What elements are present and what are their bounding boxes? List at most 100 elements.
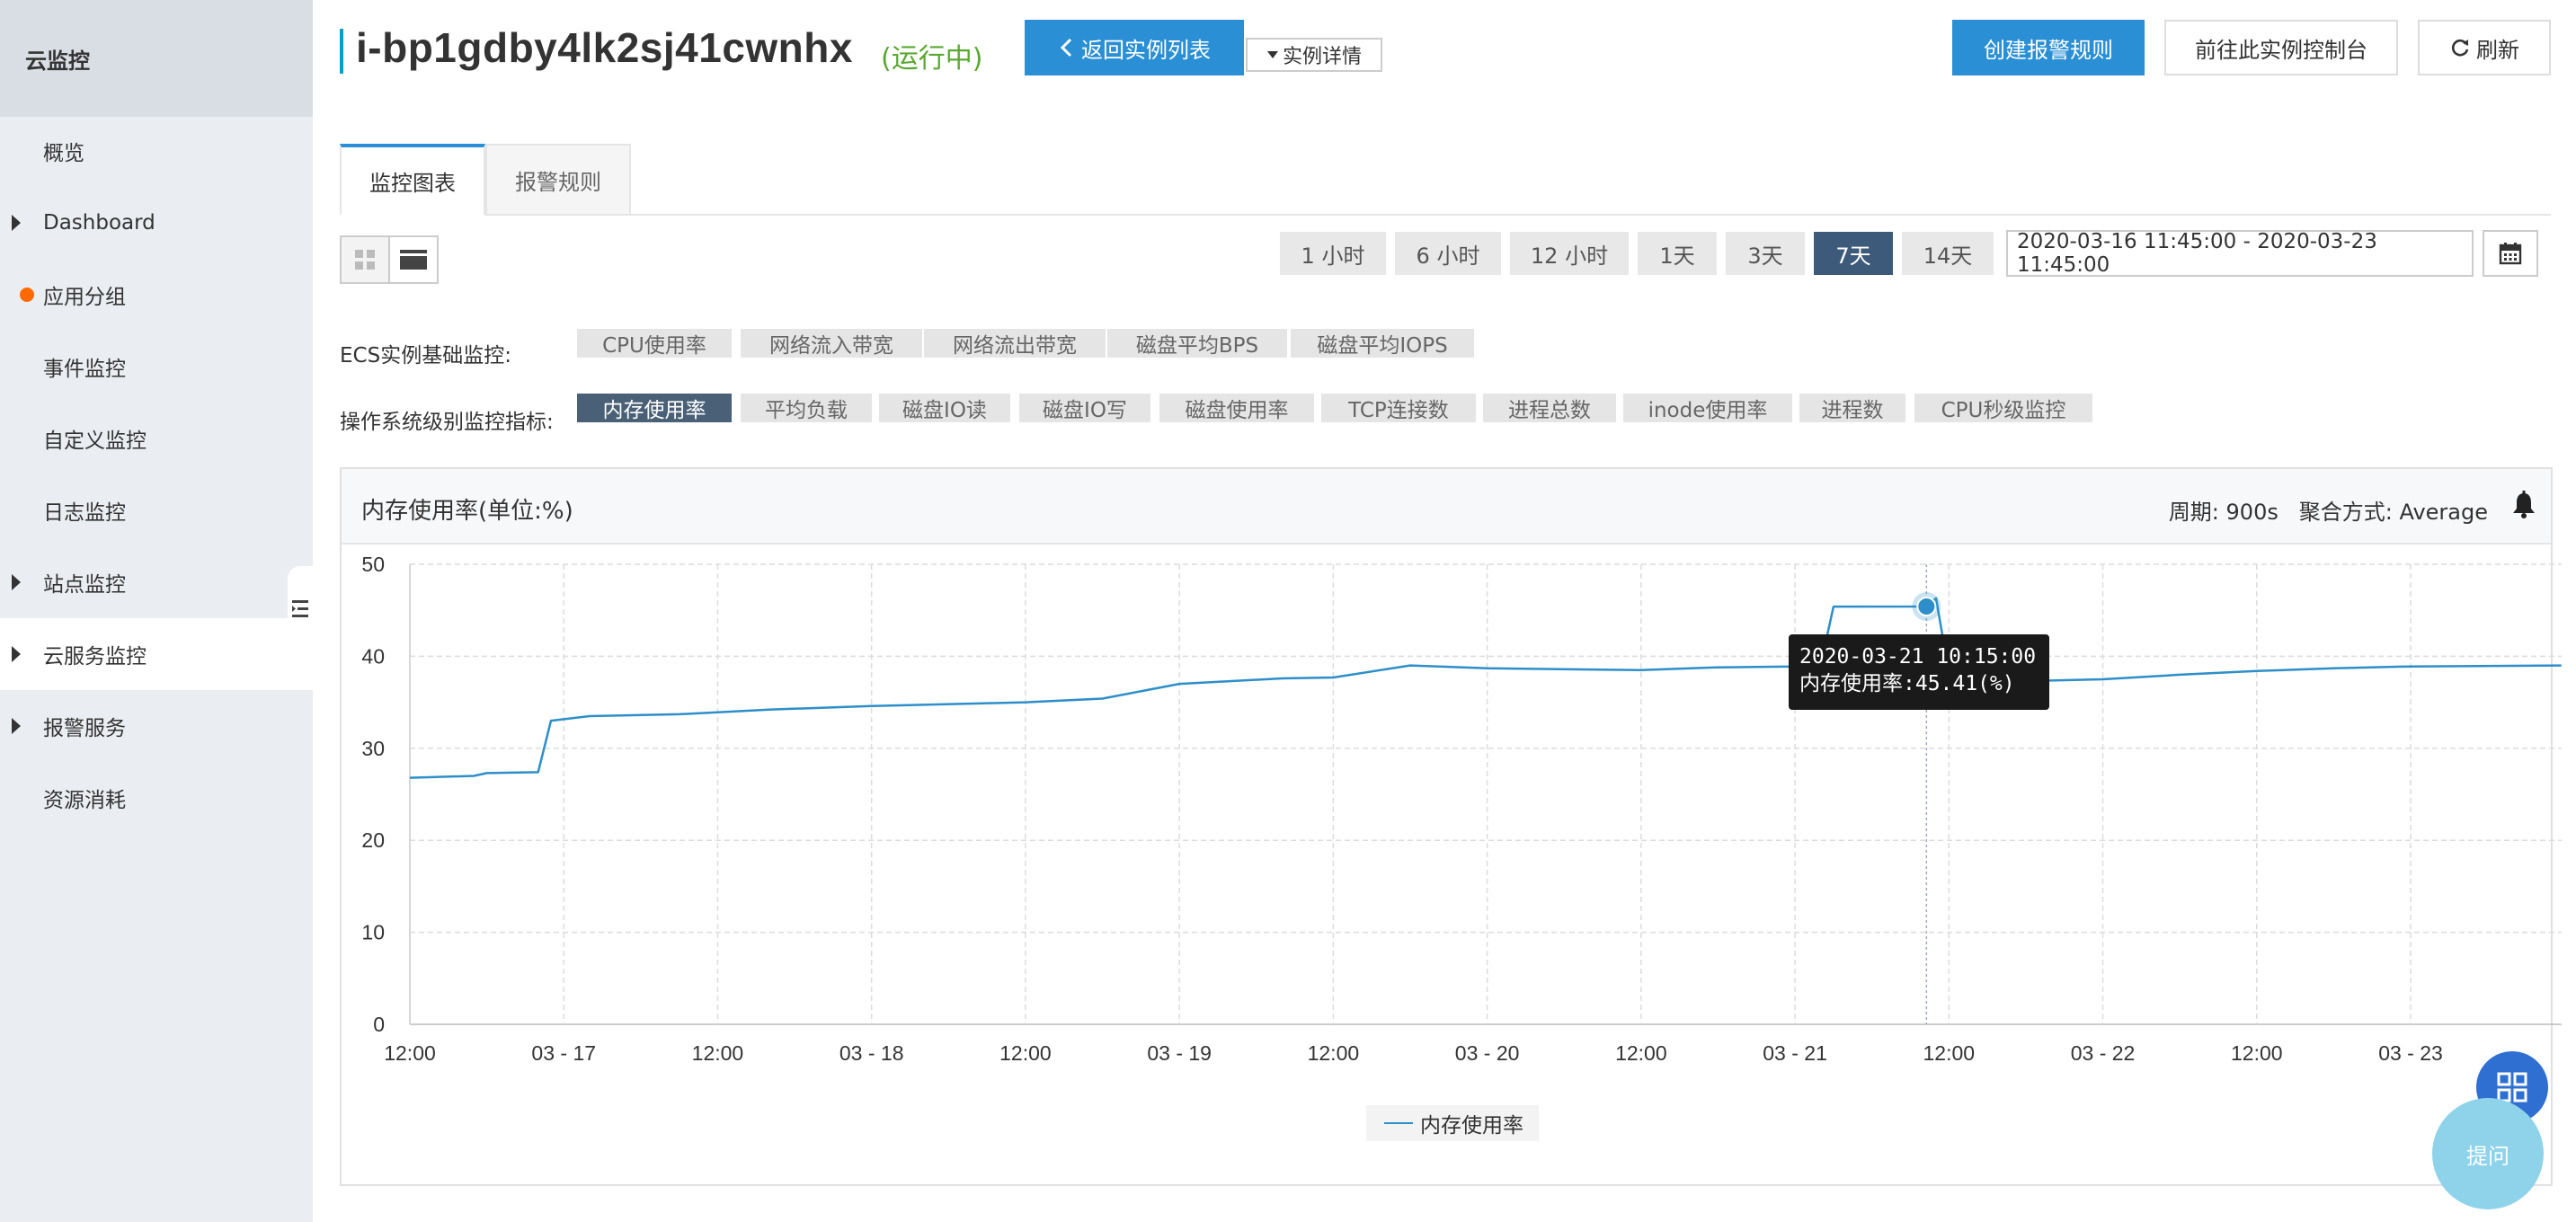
metric-label: 磁盘平均IOPS	[1317, 334, 1448, 358]
range-label: 3天	[1747, 243, 1783, 269]
chart-title: 内存使用率(单位:%)	[361, 498, 573, 525]
metric-process-count[interactable]: 进程数	[1799, 394, 1905, 422]
bell-icon	[2513, 491, 2535, 518]
legend-label: 内存使用率	[1420, 1114, 1523, 1138]
metric-cpu-usage[interactable]: CPU使用率	[577, 329, 732, 358]
sidebar-item-custom-monitor[interactable]: 自定义监控	[0, 403, 313, 474]
ask-label: 提问	[2466, 1143, 2509, 1169]
range-label: 7天	[1835, 243, 1871, 269]
metric-cpu-second[interactable]: CPU秒级监控	[1914, 394, 2092, 422]
metric-label: 磁盘IO写	[1043, 399, 1127, 422]
range-12h-button[interactable]: 12 小时	[1510, 232, 1629, 275]
metric-disk-io-read[interactable]: 磁盘IO读	[879, 394, 1010, 422]
sidebar-item-site-monitor[interactable]: 站点监控	[0, 546, 313, 618]
sidebar-item-label: 自定义监控	[43, 429, 147, 453]
calendar-button[interactable]	[2483, 230, 2538, 277]
range-6h-button[interactable]: 6 小时	[1395, 232, 1501, 275]
list-view-toggle[interactable]	[388, 235, 439, 284]
notification-dot-icon	[20, 288, 34, 302]
metric-disk-io-write[interactable]: 磁盘IO写	[1019, 394, 1150, 422]
metric-net-out[interactable]: 网络流出带宽	[924, 329, 1106, 358]
sidebar-item-app-group[interactable]: 应用分组	[0, 259, 313, 331]
sidebar-item-dashboard[interactable]: Dashboard	[0, 187, 313, 259]
apps-icon	[2497, 1072, 2527, 1102]
back-to-list-button[interactable]: 返回实例列表	[1025, 20, 1244, 75]
metric-disk-bps[interactable]: 磁盘平均BPS	[1107, 329, 1287, 358]
collapse-icon	[292, 600, 308, 617]
metric-load-average[interactable]: 平均负载	[741, 394, 872, 422]
sidebar-item-label: 云服务监控	[43, 645, 147, 669]
tooltip-value: 内存使用率:45.41(%)	[1799, 672, 2015, 695]
title-accent	[340, 29, 343, 74]
range-label: 14天	[1923, 243, 1973, 269]
chart-panel-header: 内存使用率(单位:%) 周期: 900s 聚合方式: Average	[342, 469, 2551, 545]
sidebar-item-overview[interactable]: 概览	[0, 115, 313, 187]
sidebar-collapse-toggle[interactable]	[288, 566, 313, 652]
sidebar: 云监控 概览 Dashboard 应用分组 事件监控 自定义监控 日志监控 站点…	[0, 0, 313, 1222]
console-label: 前往此实例控制台	[2195, 37, 2367, 63]
ask-question-float-button[interactable]: 提问	[2432, 1098, 2544, 1209]
metric-label: 网络流入带宽	[769, 334, 893, 358]
alarm-bell-button[interactable]	[2511, 491, 2536, 523]
sidebar-item-label: 事件监控	[43, 358, 126, 381]
sidebar-item-alarm-service[interactable]: 报警服务	[0, 690, 313, 762]
metric-tcp-connections[interactable]: TCP连接数	[1321, 394, 1476, 422]
sidebar-item-label: 日志监控	[43, 501, 126, 525]
metric-label: 平均负载	[765, 399, 848, 422]
sidebar-item-label: 站点监控	[43, 573, 126, 597]
tab-label: 报警规则	[515, 169, 601, 195]
chart-period-info: 周期: 900s 聚合方式: Average	[2168, 500, 2488, 525]
sidebar-item-label: 资源消耗	[43, 789, 126, 812]
sidebar-item-label: Dashboard	[43, 211, 155, 235]
date-range-value: 2020-03-16 11:45:00 - 2020-03-23 11:45:0…	[2017, 230, 2377, 277]
refresh-icon	[2451, 39, 2469, 57]
grid-icon	[355, 250, 375, 270]
metric-inode-usage[interactable]: inode使用率	[1623, 394, 1792, 422]
back-button-label: 返回实例列表	[1081, 37, 1211, 63]
sidebar-item-cloud-service[interactable]: 云服务监控	[0, 618, 313, 690]
tab-monitor-charts[interactable]: 监控图表	[340, 144, 485, 216]
range-3d-button[interactable]: 3天	[1726, 232, 1805, 275]
status-badge: (运行中)	[881, 43, 983, 75]
range-label: 12 小时	[1530, 243, 1609, 269]
metric-label: CPU使用率	[602, 334, 706, 358]
tooltip-time: 2020-03-21 10:15:00	[1799, 645, 2037, 669]
range-14d-button[interactable]: 14天	[1902, 232, 1994, 275]
instance-detail-dropdown[interactable]: 实例详情	[1246, 38, 1382, 72]
metric-label: inode使用率	[1648, 399, 1768, 422]
metric-disk-usage[interactable]: 磁盘使用率	[1159, 394, 1314, 422]
chevron-left-icon	[1060, 38, 1072, 58]
metric-label: 磁盘平均BPS	[1135, 334, 1259, 358]
metric-label: 网络流出带宽	[953, 334, 1077, 358]
caret-right-icon	[12, 646, 21, 662]
range-7d-button[interactable]: 7天	[1814, 232, 1893, 275]
metric-label: CPU秒级监控	[1941, 399, 2066, 422]
sidebar-item-log-monitor[interactable]: 日志监控	[0, 474, 313, 546]
create-alarm-rule-button[interactable]: 创建报警规则	[1952, 20, 2145, 75]
sidebar-item-event-monitor[interactable]: 事件监控	[0, 331, 313, 403]
sidebar-item-label: 报警服务	[43, 717, 126, 740]
caret-down-icon	[1266, 51, 1278, 58]
range-1d-button[interactable]: 1天	[1638, 232, 1717, 275]
metric-process-total[interactable]: 进程总数	[1483, 394, 1616, 422]
grid-view-toggle[interactable]	[340, 235, 390, 284]
go-to-console-button[interactable]: 前往此实例控制台	[2164, 20, 2398, 75]
caret-right-icon	[12, 574, 21, 590]
chart-legend[interactable]: 内存使用率	[1366, 1105, 1539, 1141]
sidebar-item-resource-usage[interactable]: 资源消耗	[0, 762, 313, 834]
metric-net-in[interactable]: 网络流入带宽	[741, 329, 922, 358]
range-label: 1 小时	[1301, 243, 1365, 269]
sidebar-item-label: 概览	[43, 142, 84, 165]
metric-label: 磁盘IO读	[902, 399, 987, 422]
refresh-button[interactable]: 刷新	[2418, 20, 2551, 75]
range-label: 6 小时	[1416, 243, 1480, 269]
range-1h-button[interactable]: 1 小时	[1280, 232, 1386, 275]
date-range-input[interactable]: 2020-03-16 11:45:00 - 2020-03-23 11:45:0…	[2006, 230, 2474, 277]
metric-label: 磁盘使用率	[1185, 399, 1289, 422]
sidebar-title: 云监控	[0, 0, 313, 117]
metric-disk-iops[interactable]: 磁盘平均IOPS	[1291, 329, 1474, 358]
caret-right-icon	[12, 718, 21, 734]
tab-alarm-rules[interactable]: 报警规则	[485, 144, 631, 216]
metric-label: 进程总数	[1508, 399, 1591, 422]
metric-memory-usage[interactable]: 内存使用率	[577, 394, 732, 422]
